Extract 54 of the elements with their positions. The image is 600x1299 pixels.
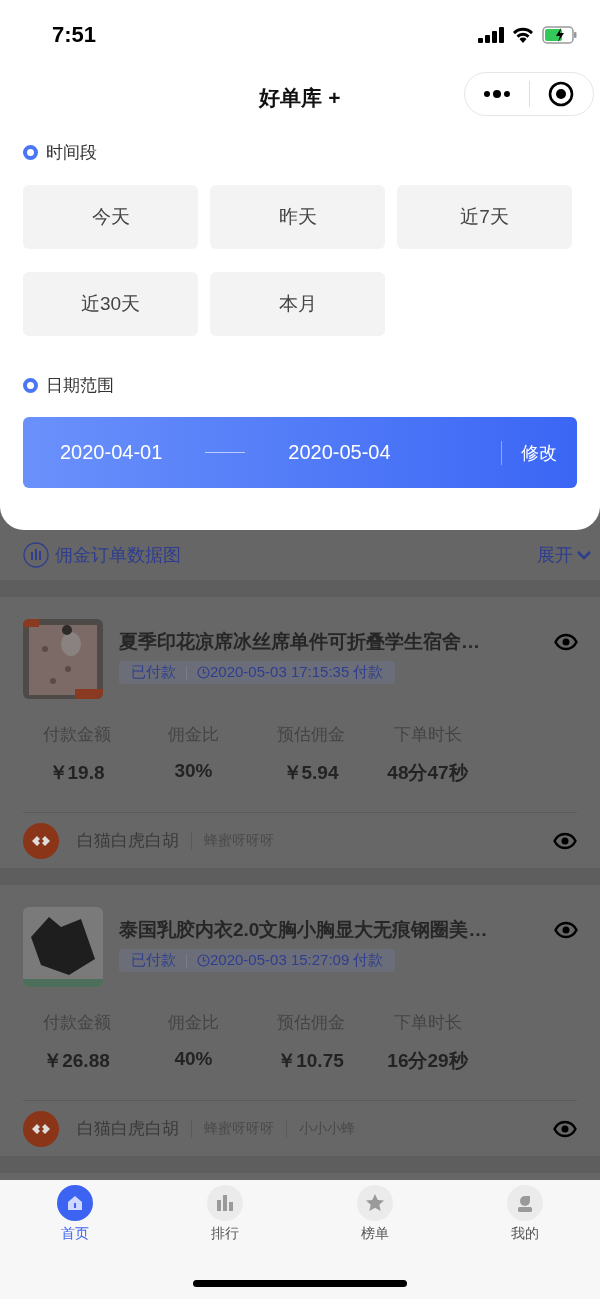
bar-chart-icon <box>23 542 49 568</box>
view-button[interactable] <box>554 633 578 651</box>
period-option[interactable]: 今天 <box>23 185 198 249</box>
metric-value: ￥5.94 <box>281 761 340 785</box>
metric-value: 40% <box>173 1048 214 1071</box>
metric-value: ￥10.75 <box>276 1049 345 1073</box>
house-icon <box>66 1194 84 1212</box>
clock-icon <box>197 666 210 679</box>
chevron-down-icon <box>576 550 592 560</box>
edit-button[interactable]: 修改 <box>501 440 557 465</box>
eye-icon <box>554 633 578 651</box>
shop-logo-icon <box>23 1110 59 1147</box>
eye-icon <box>553 831 577 850</box>
metric-value: ￥19.8 <box>47 761 106 785</box>
tab-item[interactable]: 榜单 <box>300 1185 450 1247</box>
bar-chart-icon <box>216 1194 234 1212</box>
person-icon <box>516 1194 534 1212</box>
end-date[interactable]: 2020-05-04 <box>288 441 391 464</box>
wifi-icon <box>512 27 534 43</box>
tab-item[interactable]: 我的 <box>450 1185 600 1247</box>
status-time: 7:51 <box>52 22 97 48</box>
period-option[interactable]: 昨天 <box>210 185 385 249</box>
metric-value: 30% <box>173 760 214 783</box>
clock-icon <box>197 954 210 967</box>
status-text: 已付款 <box>131 951 176 970</box>
tab-item[interactable]: 排行 <box>150 1185 300 1247</box>
payment-time: 2020-05-03 15:27:09 付款 <box>210 951 384 970</box>
metric-value: ￥26.88 <box>42 1049 111 1073</box>
bullet-icon <box>23 378 38 393</box>
period-option[interactable]: 近7天 <box>397 185 572 249</box>
page-title: 好单库 + <box>259 84 341 111</box>
view-button[interactable] <box>553 831 577 850</box>
bullet-icon <box>23 145 38 160</box>
view-button[interactable] <box>554 921 578 939</box>
more-icon <box>482 89 511 99</box>
period-option[interactable]: 本月 <box>210 272 385 336</box>
star-icon <box>365 1193 385 1213</box>
section-label: 时间段 <box>46 142 97 164</box>
battery-icon <box>542 26 578 44</box>
view-button[interactable] <box>553 1119 577 1138</box>
section-label: 日期范围 <box>46 375 114 397</box>
product-title: 夏季印花凉席冰丝席单件可折叠学生宿舍… <box>119 630 480 654</box>
period-option[interactable]: 近30天 <box>23 272 198 336</box>
metric-value: 48分47秒 <box>386 761 470 785</box>
metric-value: 16分29秒 <box>386 1049 470 1073</box>
eye-icon <box>553 1119 577 1138</box>
signal-icon <box>478 27 504 43</box>
status-text: 已付款 <box>131 663 176 682</box>
product-title: 泰国乳胶内衣2.0文胸小胸显大无痕钢圈美… <box>119 918 488 942</box>
tab-item[interactable]: 首页 <box>0 1185 150 1247</box>
payment-time: 2020-05-03 17:15:35 付款 <box>210 663 384 682</box>
target-icon <box>548 81 575 107</box>
eye-icon <box>554 921 578 939</box>
shop-logo-icon <box>23 822 59 859</box>
